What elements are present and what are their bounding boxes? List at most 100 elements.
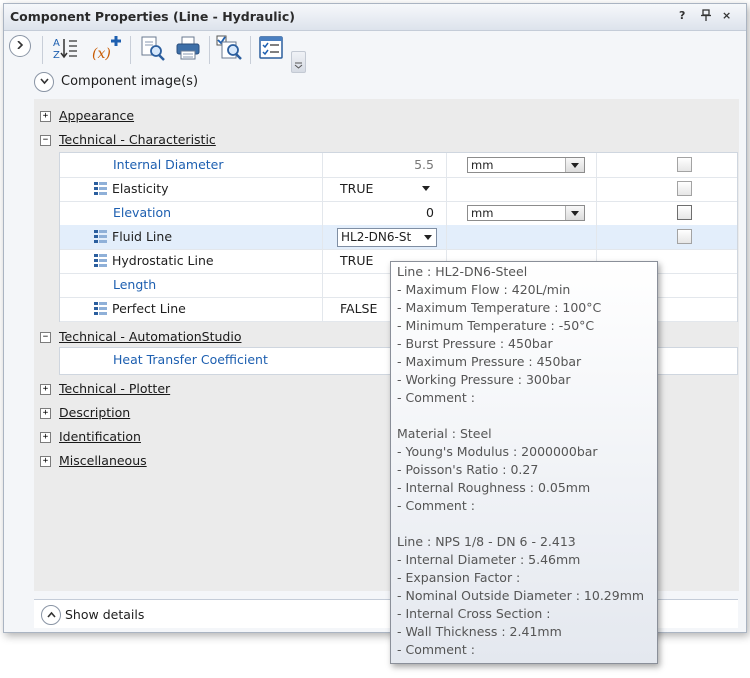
expand-icon[interactable]: + [40, 384, 51, 395]
category-label: Technical - AutomationStudio [59, 329, 242, 344]
add-variable-button[interactable]: (x) [92, 34, 121, 62]
property-value[interactable]: 0 [426, 205, 434, 220]
row-checkbox[interactable] [677, 205, 692, 220]
property-name: Elasticity [112, 181, 169, 196]
property-name: Elevation [113, 205, 172, 220]
sort-az-button[interactable]: A Z [51, 34, 79, 62]
property-row-elasticity[interactable]: Elasticity TRUE [60, 177, 737, 202]
tooltip-line: - Internal Roughness : 0.05mm [397, 480, 591, 495]
property-value-dropdown[interactable]: TRUE [340, 253, 373, 268]
svg-text:A: A [53, 38, 60, 49]
add-variable-icon: (x) [92, 36, 121, 62]
chevron-up-icon[interactable] [41, 605, 61, 625]
component-image-label: Component image(s) [61, 74, 199, 89]
category-label: Miscellaneous [59, 453, 147, 468]
linked-property-icon [94, 182, 107, 195]
collapse-icon[interactable]: − [40, 135, 51, 146]
expand-panel-button[interactable] [9, 35, 31, 57]
check-preview-button[interactable] [216, 34, 244, 62]
property-name: Hydrostatic Line [112, 253, 214, 268]
tooltip-line: - Maximum Pressure : 450bar [397, 354, 582, 369]
printer-icon [176, 36, 200, 60]
category-label: Technical - Characteristic [59, 132, 216, 147]
sort-az-icon: A Z [53, 38, 77, 61]
property-name: Internal Diameter [113, 157, 224, 172]
tooltip-line: - Internal Diameter : 5.46mm [397, 552, 581, 567]
print-preview-button[interactable] [138, 34, 166, 62]
expand-icon[interactable]: + [40, 111, 51, 122]
help-button[interactable]: ? [679, 9, 685, 22]
svg-text:(x): (x) [92, 46, 111, 62]
linked-property-icon [94, 230, 107, 243]
chevron-down-glyph [39, 78, 49, 85]
property-value[interactable]: 5.5 [414, 157, 434, 172]
chevron-down-icon[interactable] [422, 186, 430, 191]
print-button[interactable] [174, 34, 202, 62]
svg-text:Z: Z [53, 50, 60, 61]
linked-property-icon [94, 302, 107, 315]
toolbar: A Z (x) [4, 31, 746, 73]
toolbar-separator [42, 36, 43, 64]
title-bar: Component Properties (Line - Hydraulic) … [4, 4, 746, 31]
chevron-down-icon[interactable] [565, 206, 584, 220]
fluid-line-tooltip: Line : HL2-DN6-Steel - Maximum Flow : 42… [390, 261, 658, 664]
tooltip-line: - Expansion Factor : [397, 570, 521, 585]
property-value-dropdown[interactable]: TRUE [340, 181, 373, 196]
pin-button[interactable] [701, 9, 711, 24]
property-name: Heat Transfer Coefficient [113, 352, 268, 367]
pin-icon [701, 9, 711, 21]
tooltip-line: - Nominal Outside Diameter : 10.29mm [397, 588, 645, 603]
checked-magnifier-icon [216, 35, 242, 60]
expand-icon[interactable]: + [40, 432, 51, 443]
property-value-dropdown[interactable]: FALSE [340, 301, 377, 316]
category-label: Description [59, 405, 131, 420]
unit-dropdown[interactable]: mm [467, 205, 585, 221]
tooltip-line: Line : HL2-DN6-Steel [397, 264, 528, 279]
expand-icon[interactable]: + [40, 408, 51, 419]
property-list-button[interactable] [257, 34, 285, 62]
unit-dropdown[interactable]: mm [467, 157, 585, 173]
linked-property-icon [94, 254, 107, 267]
tooltip-line: - Poisson's Ratio : 0.27 [397, 462, 539, 477]
tooltip-line: Material : Steel [397, 426, 492, 441]
property-row-internal-diameter[interactable]: Internal Diameter 5.5 mm [60, 153, 737, 178]
row-checkbox[interactable] [677, 181, 692, 196]
chevron-down-icon[interactable] [424, 235, 432, 240]
category-label: Appearance [59, 108, 135, 123]
show-details-label: Show details [65, 607, 145, 622]
property-name: Fluid Line [112, 229, 173, 244]
property-list-icon [259, 36, 283, 59]
close-button[interactable]: × [722, 9, 731, 22]
tooltip-line: - Comment : [397, 390, 475, 405]
component-image-section[interactable]: Component image(s) [34, 70, 740, 94]
toolbar-separator [250, 36, 251, 64]
row-checkbox[interactable] [677, 157, 692, 172]
tooltip-line: - Internal Cross Section : [397, 606, 551, 621]
collapse-icon[interactable]: − [40, 332, 51, 343]
category-label: Technical - Plotter [59, 381, 171, 396]
chevron-down-icon[interactable] [34, 72, 54, 92]
chevron-up-glyph [46, 611, 56, 618]
tooltip-line: - Working Pressure : 300bar [397, 372, 571, 387]
category-label: Identification [59, 429, 141, 444]
tooltip-line: - Comment : [397, 498, 475, 513]
tooltip-line: - Maximum Temperature : 100°C [397, 300, 602, 315]
chevron-down-icon [294, 62, 303, 69]
print-preview-icon [141, 36, 165, 61]
property-row-elevation[interactable]: Elevation 0 mm [60, 201, 737, 226]
row-checkbox[interactable] [677, 229, 692, 244]
chevron-right-icon [17, 40, 24, 50]
expand-icon[interactable]: + [40, 456, 51, 467]
window-title: Component Properties (Line - Hydraulic) [10, 9, 295, 24]
tooltip-line: - Young's Modulus : 2000000bar [397, 444, 598, 459]
tooltip-line: - Wall Thickness : 2.41mm [397, 624, 562, 639]
tooltip-line: - Burst Pressure : 450bar [397, 336, 553, 351]
toolbar-separator [209, 36, 210, 64]
tooltip-line: - Maximum Flow : 420L/min [397, 282, 571, 297]
chevron-down-icon[interactable] [565, 158, 584, 172]
property-row-fluid-line[interactable]: Fluid Line HL2-DN6-St [60, 225, 737, 250]
tooltip-line: Line : NPS 1/8 - DN 6 - 2.413 [397, 534, 576, 549]
property-name: Length [113, 277, 157, 292]
fluid-line-dropdown[interactable]: HL2-DN6-St [337, 228, 437, 247]
tooltip-line: - Minimum Temperature : -50°C [397, 318, 595, 333]
